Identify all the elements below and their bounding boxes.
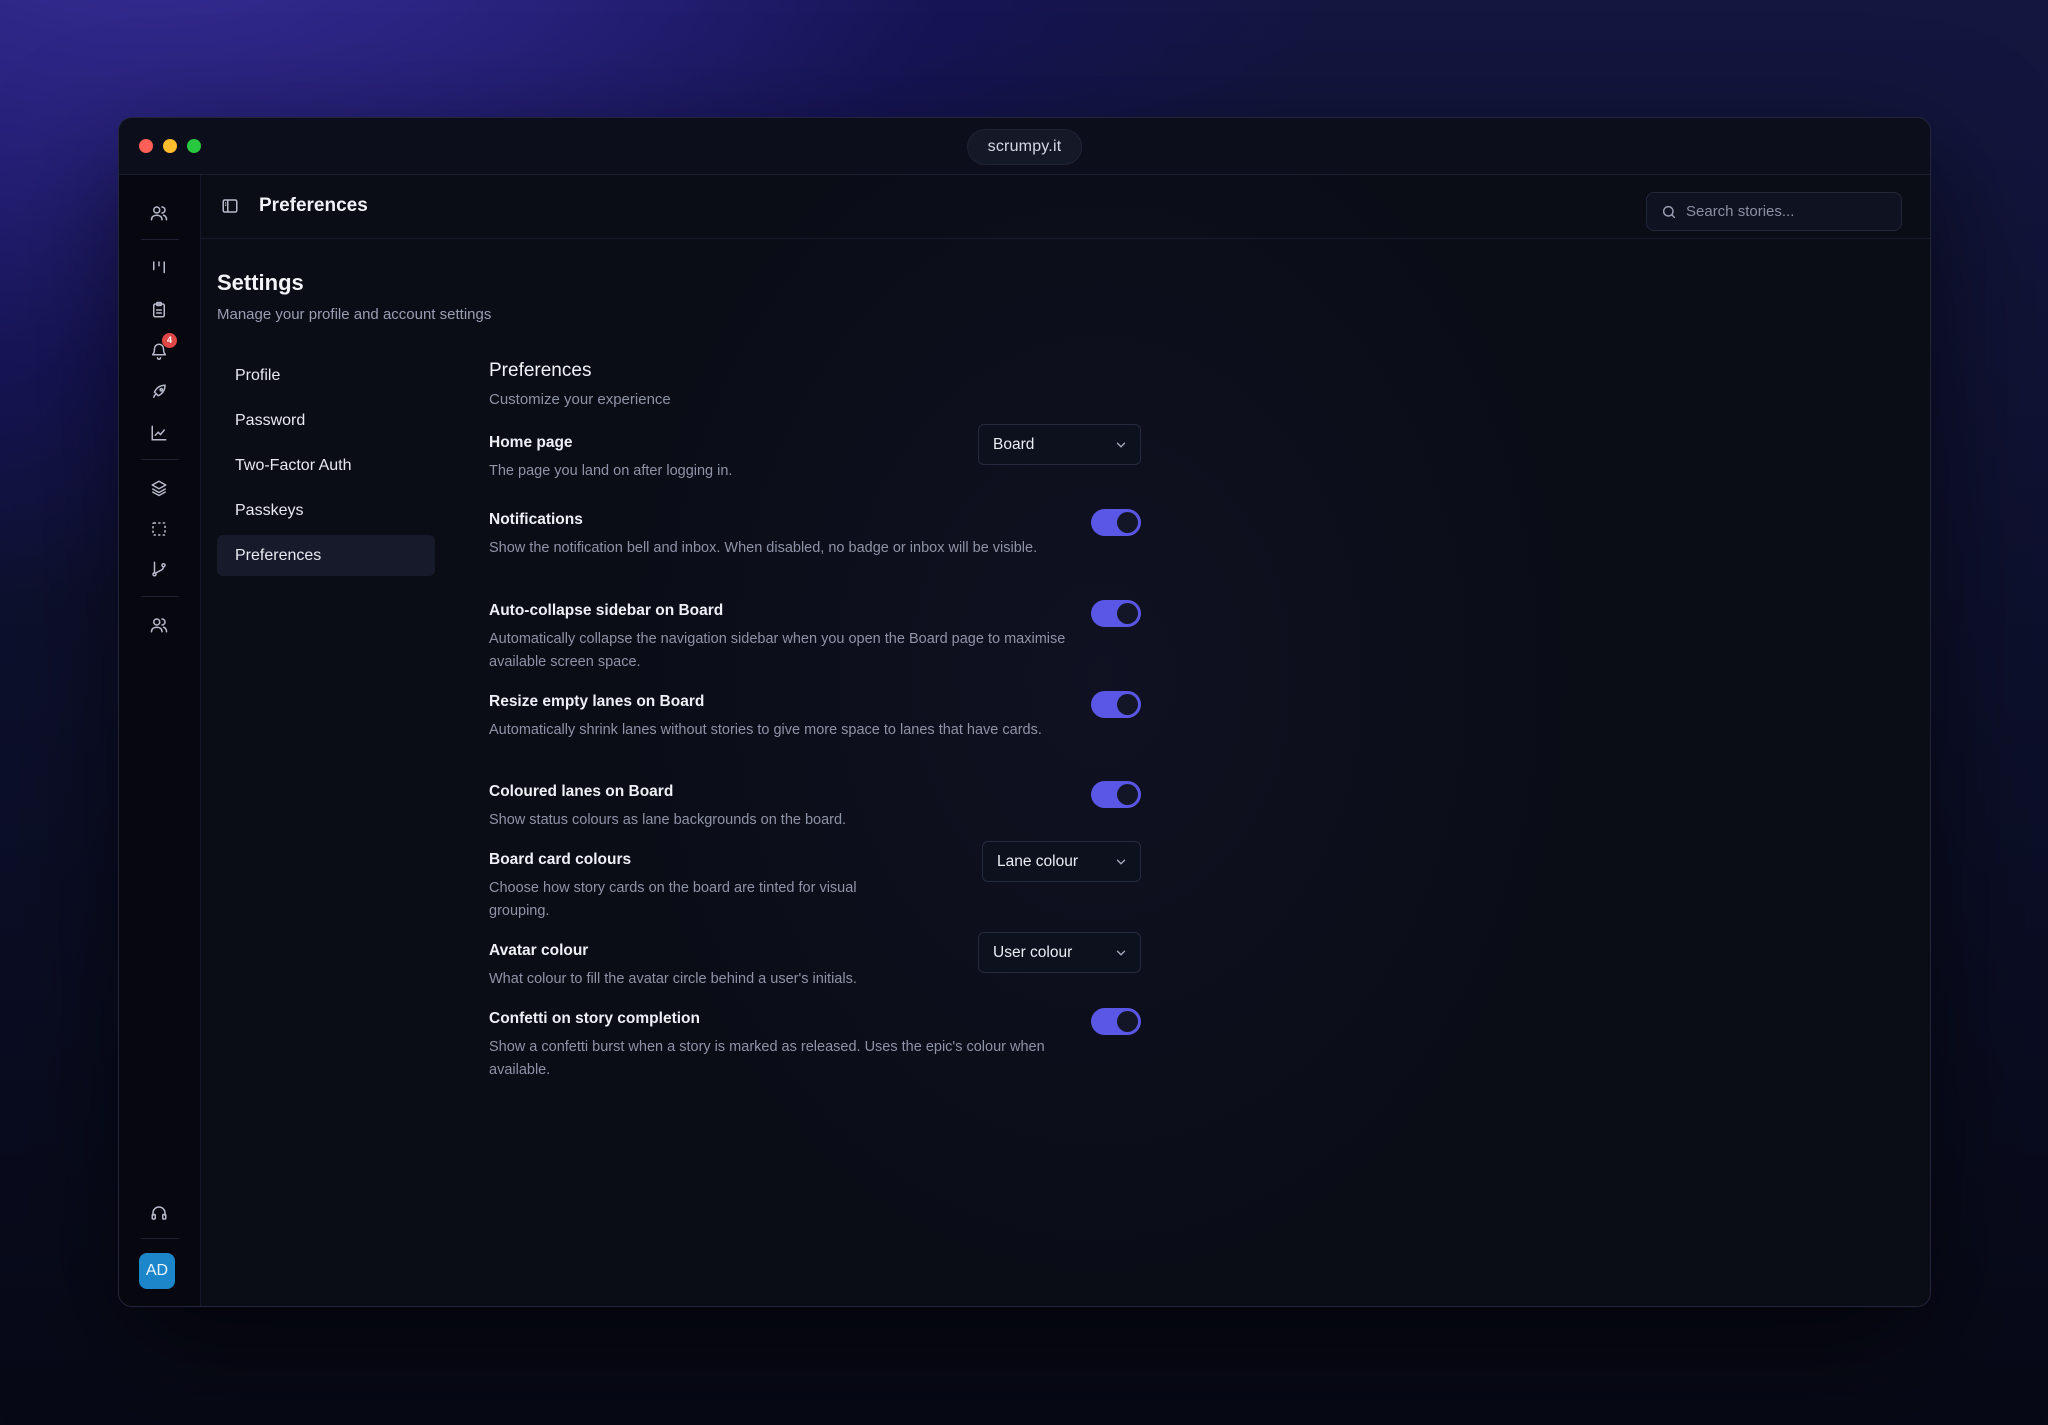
pref-board-card-colours: Board card colours Choose how story card… [489,841,1141,923]
app-window: scrumpy.it 4 AD Preferences Search stori… [118,117,1931,1307]
pref-description: Automatically collapse the navigation si… [489,631,1066,670]
pref-label: Auto-collapse sidebar on Board [489,602,724,619]
settings-header: Settings Manage your profile and account… [217,270,491,323]
settings-title: Settings [217,270,304,295]
pref-home-page: Home page The page you land on after log… [489,424,1141,483]
toggle-knob [1117,784,1138,805]
pref-avatar-colour: Avatar colour What colour to fill the av… [489,932,1141,991]
search-icon [1661,204,1677,220]
rail-divider [141,596,179,597]
sidebar-toggle-icon[interactable] [221,197,239,220]
pref-coloured-lanes: Coloured lanes on Board Show status colo… [489,781,1141,832]
url-pill[interactable]: scrumpy.it [966,129,1083,165]
preferences-panel: Preferences Customize your experience Ho… [489,360,1141,1078]
notification-badge: 4 [162,333,177,348]
headset-icon[interactable] [147,1201,171,1225]
chart-icon[interactable] [147,421,171,445]
search-box[interactable] [1646,192,1902,231]
rocket-icon[interactable] [147,380,171,404]
pref-description: Choose how story cards on the board are … [489,880,857,919]
settings-subtitle: Manage your profile and account settings [217,306,492,323]
pref-label: Confetti on story completion [489,1010,700,1027]
top-bar: Preferences [201,175,1930,239]
team-icon[interactable] [147,613,171,637]
rail-divider [141,1238,179,1239]
rail-divider [141,459,179,460]
settings-nav: Profile Password Two-Factor Auth Passkey… [217,355,435,580]
board-icon[interactable] [147,256,171,280]
resize-lanes-toggle[interactable] [1091,691,1141,718]
nav-item-preferences[interactable]: Preferences [217,535,435,576]
pref-description: Show a confetti burst when a story is ma… [489,1039,1045,1078]
nav-item-passkeys[interactable]: Passkeys [217,490,435,531]
section-title: Preferences [489,360,592,381]
users-icon[interactable] [147,201,171,225]
confetti-toggle[interactable] [1091,1008,1141,1035]
board-card-colours-select[interactable]: Lane colour [982,841,1141,882]
select-value: User colour [993,943,1073,961]
icon-rail: 4 AD [119,175,201,1306]
toggle-knob [1117,1011,1138,1032]
chevron-down-icon [1114,946,1128,960]
page-title: Preferences [259,195,368,216]
coloured-lanes-toggle[interactable] [1091,781,1141,808]
zoom-window-button[interactable] [187,139,201,153]
section-subtitle: Customize your experience [489,391,671,408]
pref-description: Show status colours as lane backgrounds … [489,812,847,828]
chevron-down-icon [1114,438,1128,452]
pref-description: Show the notification bell and inbox. Wh… [489,540,1038,556]
chevron-down-icon [1114,855,1128,869]
home-page-select[interactable]: Board [978,424,1141,465]
toggle-knob [1117,694,1138,715]
pref-description: Automatically shrink lanes without stori… [489,722,1042,738]
bell-icon[interactable]: 4 [147,333,177,363]
notifications-toggle[interactable] [1091,509,1141,536]
pref-confetti: Confetti on story completion Show a conf… [489,1008,1141,1082]
clipboard-icon[interactable] [147,298,171,322]
git-branch-icon[interactable] [147,557,171,581]
minimize-window-button[interactable] [163,139,177,153]
pref-auto-collapse-sidebar: Auto-collapse sidebar on Board Automatic… [489,600,1141,674]
close-window-button[interactable] [139,139,153,153]
nav-item-profile[interactable]: Profile [217,355,435,396]
traffic-lights [139,139,201,153]
select-value: Lane colour [997,852,1079,870]
avatar[interactable]: AD [139,1253,175,1289]
nav-item-two-factor-auth[interactable]: Two-Factor Auth [217,445,435,486]
pref-label: Coloured lanes on Board [489,783,674,800]
nav-item-password[interactable]: Password [217,400,435,441]
select-value: Board [993,435,1035,453]
layers-icon[interactable] [147,476,171,500]
search-input[interactable] [1686,203,1886,220]
pref-label: Resize empty lanes on Board [489,693,705,710]
title-bar: scrumpy.it [119,118,1930,175]
pref-resize-empty-lanes: Resize empty lanes on Board Automaticall… [489,691,1141,742]
main-area: Preferences Settings Manage your profile… [201,175,1930,1306]
auto-collapse-toggle[interactable] [1091,600,1141,627]
pref-notifications: Notifications Show the notification bell… [489,509,1141,560]
toggle-knob [1117,512,1138,533]
pref-label: Notifications [489,511,583,528]
rail-divider [141,239,179,240]
avatar-colour-select[interactable]: User colour [978,932,1141,973]
toggle-knob [1117,603,1138,624]
selection-icon[interactable] [147,517,171,541]
